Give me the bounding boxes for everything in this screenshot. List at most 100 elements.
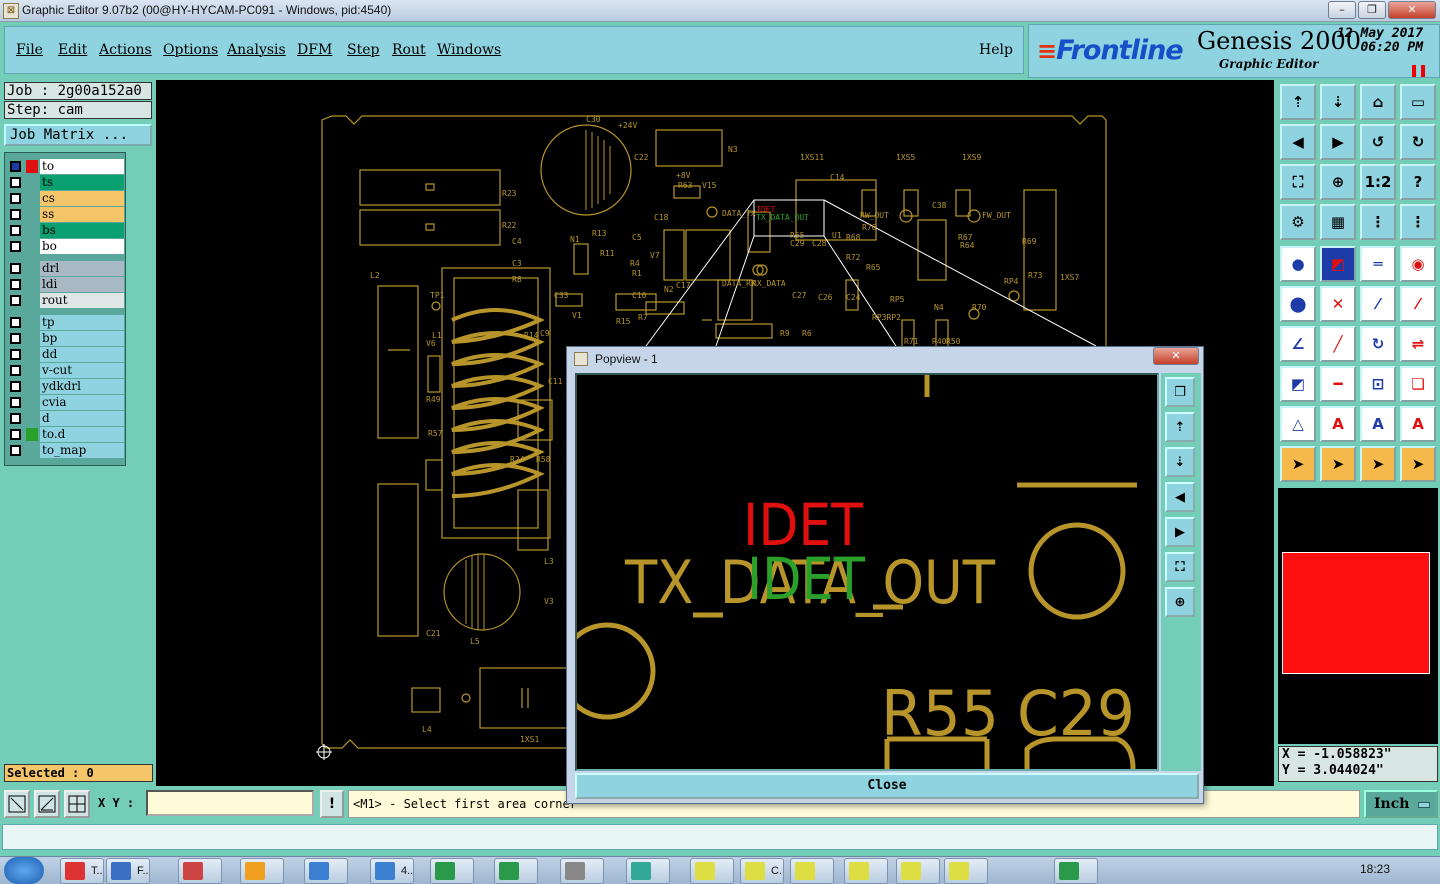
layer-row-cvia[interactable]: cvia <box>5 395 125 410</box>
draw-icon[interactable]: ◩ <box>1320 246 1356 282</box>
popview-close-x[interactable]: ✕ <box>1153 347 1199 365</box>
layer-row-cs[interactable]: cs <box>5 191 125 206</box>
menu-analysis[interactable]: Analysis <box>227 42 286 58</box>
menu-actions[interactable]: Actions <box>99 42 152 58</box>
menu-rout[interactable]: Rout <box>392 42 426 58</box>
layer-row-bp[interactable]: bp <box>5 331 125 346</box>
layer-row-drl[interactable]: drl <box>5 261 125 276</box>
layer-checkbox[interactable] <box>10 263 21 274</box>
redo-icon[interactable]: ↻ <box>1400 124 1436 160</box>
taskbar-item[interactable] <box>240 858 284 884</box>
pv-fit-icon[interactable]: ⛶ <box>1165 552 1195 582</box>
taskbar-item[interactable] <box>944 858 988 884</box>
taskbar-item[interactable] <box>494 858 538 884</box>
taskbar-item[interactable] <box>896 858 940 884</box>
ruler-icon[interactable]: ═ <box>1360 246 1396 282</box>
cross-icon[interactable]: ✕ <box>1320 286 1356 322</box>
taskbar-item[interactable]: C... <box>740 858 784 884</box>
menu-help[interactable]: Help <box>979 42 1013 58</box>
layer-checkbox[interactable] <box>10 295 21 306</box>
layer-checkbox[interactable] <box>10 279 21 290</box>
triangle-b-icon[interactable]: A <box>1360 406 1396 442</box>
layer-checkbox[interactable] <box>10 193 21 204</box>
alert-button[interactable]: ! <box>320 790 344 818</box>
menu-file[interactable]: File <box>16 42 43 58</box>
minimize-button[interactable]: – <box>1328 1 1356 19</box>
net-icon[interactable]: ⬤ <box>1280 286 1316 322</box>
line-icon[interactable]: ⁄ <box>1360 286 1396 322</box>
taskbar-item[interactable] <box>1054 858 1098 884</box>
layer-row-to-d[interactable]: to.d <box>5 427 125 442</box>
layer-row-v-cut[interactable]: v-cut <box>5 363 125 378</box>
pad-icon[interactable]: ◉ <box>1400 246 1436 282</box>
taskbar-item[interactable]: 4... <box>370 858 414 884</box>
pointer-box-icon[interactable]: ➤ <box>1320 446 1356 482</box>
triangle-c-icon[interactable]: A <box>1400 406 1436 442</box>
menu-step[interactable]: Step <box>347 42 379 58</box>
arc-icon[interactable]: ⁄ <box>1400 286 1436 322</box>
taskbar-item[interactable] <box>560 858 604 884</box>
zoom-icon[interactable]: ⊕ <box>1320 164 1356 200</box>
layer-row-to[interactable]: to <box>5 159 125 174</box>
pointer-icon[interactable]: ➤ <box>1280 446 1316 482</box>
layer-row-ss[interactable]: ss <box>5 207 125 222</box>
pointer-multi-icon[interactable]: ➤ <box>1400 446 1436 482</box>
taskbar-item[interactable]: F... <box>106 858 150 884</box>
unit-selector[interactable]: Inch <box>1364 790 1438 818</box>
triangle-icon[interactable]: △ <box>1280 406 1316 442</box>
layer-row-tp[interactable]: tp <box>5 315 125 330</box>
copy-icon[interactable]: ❏ <box>1400 366 1436 402</box>
taskbar-item[interactable] <box>690 858 734 884</box>
layer-row-dd[interactable]: dd <box>5 347 125 362</box>
snap-icon[interactable]: ◩ <box>1280 366 1316 402</box>
job-matrix-button[interactable]: Job Matrix ... <box>4 124 152 146</box>
taskbar-item[interactable] <box>178 858 222 884</box>
layer-checkbox[interactable] <box>10 333 21 344</box>
pan-right-icon[interactable]: ▶ <box>1320 124 1356 160</box>
settings-icon[interactable]: ⚙ <box>1280 204 1316 240</box>
layer-row-to-map[interactable]: to_map <box>5 443 125 458</box>
layer-checkbox[interactable] <box>10 161 21 172</box>
layer-row-ydkdrl[interactable]: ydkdrl <box>5 379 125 394</box>
undo-icon[interactable]: ↺ <box>1360 124 1396 160</box>
taskbar-item[interactable] <box>626 858 670 884</box>
taskbar-item[interactable] <box>844 858 888 884</box>
layer-checkbox[interactable] <box>10 225 21 236</box>
layer-view-icon[interactable]: ⋮ <box>1360 204 1396 240</box>
layer-checkbox[interactable] <box>10 177 21 188</box>
layer-row-rout[interactable]: rout <box>5 293 125 308</box>
step-up-icon[interactable]: ⇡ <box>1280 84 1316 120</box>
close-button[interactable]: ✕ <box>1388 1 1436 19</box>
rotate-icon[interactable]: ↻ <box>1360 326 1396 362</box>
slash-icon[interactable]: ╱ <box>1320 326 1356 362</box>
taskbar-item[interactable] <box>430 858 474 884</box>
feature-icon[interactable]: ⇌ <box>1400 326 1436 362</box>
select-icon[interactable]: ● <box>1280 246 1316 282</box>
center-icon[interactable]: ⊡ <box>1360 366 1396 402</box>
pointer-circle-icon[interactable]: ➤ <box>1360 446 1396 482</box>
pan-left-icon[interactable]: ◀ <box>1280 124 1316 160</box>
menu-edit[interactable]: Edit <box>58 42 87 58</box>
angle-icon[interactable]: ∠ <box>1280 326 1316 362</box>
taskbar-item[interactable] <box>304 858 348 884</box>
one-to-one-icon[interactable]: 1:2 <box>1360 164 1396 200</box>
pv-up-icon[interactable]: ⇡ <box>1165 412 1195 442</box>
pv-down-icon[interactable]: ⇣ <box>1165 447 1195 477</box>
minus-icon[interactable]: ━ <box>1320 366 1356 402</box>
help-icon[interactable]: ? <box>1400 164 1436 200</box>
layer-checkbox[interactable] <box>10 445 21 456</box>
layer-checkbox[interactable] <box>10 413 21 424</box>
taskbar-item[interactable] <box>790 858 834 884</box>
zoom-area-icon[interactable] <box>4 790 30 818</box>
layer-checkbox[interactable] <box>10 241 21 252</box>
pause-icon[interactable]: ❚❚ <box>1409 63 1428 77</box>
layer-checkbox[interactable] <box>10 429 21 440</box>
layer-checkbox[interactable] <box>10 365 21 376</box>
window-icon[interactable]: ▭ <box>1400 84 1436 120</box>
menu-dfm[interactable]: DFM <box>297 42 332 58</box>
layer-checkbox[interactable] <box>10 349 21 360</box>
layer-checkbox[interactable] <box>10 209 21 220</box>
taskbar-item[interactable]: T... <box>60 858 104 884</box>
triangle-a-icon[interactable]: A <box>1320 406 1356 442</box>
home-icon[interactable]: ⌂ <box>1360 84 1396 120</box>
